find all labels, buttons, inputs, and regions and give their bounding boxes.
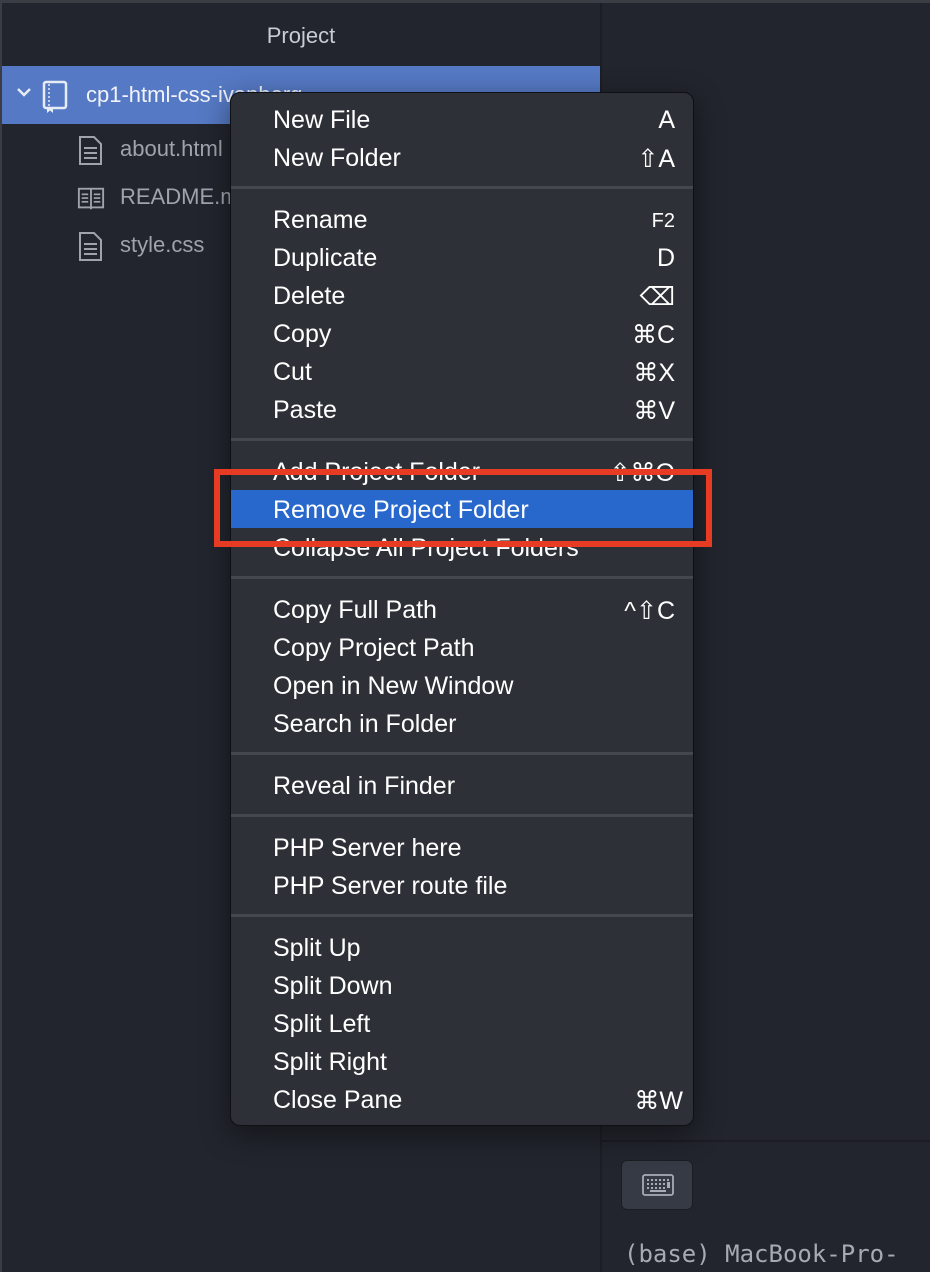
menu-item-delete[interactable]: Delete ⌫ xyxy=(231,276,693,314)
file-name: style.css xyxy=(120,232,205,257)
menu-item-label: Reveal in Finder xyxy=(273,772,456,800)
menu-separator xyxy=(231,814,693,817)
menu-item-php-server-here[interactable]: PHP Server here xyxy=(231,828,693,866)
menu-item-label: Delete xyxy=(273,282,346,310)
menu-item-cut[interactable]: Cut ⌘X xyxy=(231,352,693,390)
menu-item-label: Rename xyxy=(273,206,368,234)
terminal-panel[interactable]: (base) MacBook-Pro- xyxy=(602,1142,930,1272)
menu-item-search-in-folder[interactable]: Search in Folder xyxy=(231,704,693,742)
menu-item-open-in-new-window[interactable]: Open in New Window xyxy=(231,666,693,704)
file-name: about.html xyxy=(120,136,223,161)
menu-item-label: New Folder xyxy=(273,144,401,172)
menu-item-shortcut: ^⇧C xyxy=(624,597,675,625)
menu-item-split-up[interactable]: Split Up xyxy=(231,928,693,966)
repo-book-icon xyxy=(42,80,68,113)
menu-item-shortcut: ⌘V xyxy=(633,397,675,425)
menu-item-label: PHP Server here xyxy=(273,834,462,862)
book-open-icon xyxy=(77,187,105,210)
menu-item-copy-project-path[interactable]: Copy Project Path xyxy=(231,628,693,666)
annotation-highlight-box xyxy=(214,469,712,547)
menu-separator xyxy=(231,752,693,755)
menu-item-label: Close Pane xyxy=(273,1086,403,1114)
menu-item-php-server-route-file[interactable]: PHP Server route file xyxy=(231,866,693,904)
menu-item-paste[interactable]: Paste ⌘V xyxy=(231,390,693,428)
menu-item-split-right[interactable]: Split Right xyxy=(231,1042,693,1080)
keyboard-icon xyxy=(642,1174,674,1196)
menu-item-copy[interactable]: Copy ⌘C xyxy=(231,314,693,352)
menu-item-label: PHP Server route file xyxy=(273,872,508,900)
menu-item-new-file[interactable]: New File A xyxy=(231,100,693,138)
menu-item-copy-full-path[interactable]: Copy Full Path ^⇧C xyxy=(231,590,693,628)
menu-item-label: New File xyxy=(273,106,371,134)
menu-item-reveal-in-finder[interactable]: Reveal in Finder xyxy=(231,766,693,804)
menu-item-rename[interactable]: Rename F2 xyxy=(231,200,693,238)
menu-item-shortcut: ⌘X xyxy=(633,359,675,387)
menu-separator xyxy=(231,576,693,579)
keyboard-button[interactable] xyxy=(621,1160,693,1210)
menu-item-label: Split Down xyxy=(273,972,393,1000)
context-menu: New File A New Folder ⇧A Rename F2 Dupli… xyxy=(230,92,694,1126)
chevron-down-icon[interactable] xyxy=(14,82,34,102)
delete-key-icon: ⌫ xyxy=(639,283,675,311)
menu-item-shortcut: F2 xyxy=(651,210,675,232)
menu-item-shortcut: A xyxy=(658,106,675,134)
file-text-icon xyxy=(79,136,102,165)
menu-separator xyxy=(231,914,693,917)
menu-item-label: Cut xyxy=(273,358,312,386)
file-text-icon xyxy=(79,232,102,261)
menu-separator xyxy=(231,438,693,441)
menu-item-split-left[interactable]: Split Left xyxy=(231,1004,693,1042)
menu-item-label: Open in New Window xyxy=(273,672,514,700)
menu-item-shortcut: D xyxy=(656,244,675,272)
sidebar-title: Project xyxy=(266,23,336,48)
menu-item-label: Split Up xyxy=(273,934,361,962)
menu-item-new-folder[interactable]: New Folder ⇧A xyxy=(231,138,693,176)
terminal-prompt: (base) MacBook-Pro- xyxy=(624,1240,899,1268)
menu-item-shortcut: ⇧A xyxy=(637,145,675,173)
menu-item-shortcut: ⌘W xyxy=(634,1087,683,1115)
menu-item-label: Copy Full Path xyxy=(273,596,437,624)
menu-item-label: Duplicate xyxy=(273,244,378,272)
menu-item-shortcut: ⌘C xyxy=(631,321,675,349)
menu-item-label: Split Right xyxy=(273,1048,387,1076)
menu-item-split-down[interactable]: Split Down xyxy=(231,966,693,1004)
menu-separator xyxy=(231,186,693,189)
menu-item-duplicate[interactable]: Duplicate D xyxy=(231,238,693,276)
menu-item-label: Split Left xyxy=(273,1010,371,1038)
menu-item-label: Paste xyxy=(273,396,337,424)
menu-item-label: Copy Project Path xyxy=(273,634,475,662)
menu-item-close-pane[interactable]: Close Pane ⌘W xyxy=(231,1080,693,1118)
menu-item-label: Search in Folder xyxy=(273,710,457,738)
menu-item-label: Copy xyxy=(273,320,332,348)
